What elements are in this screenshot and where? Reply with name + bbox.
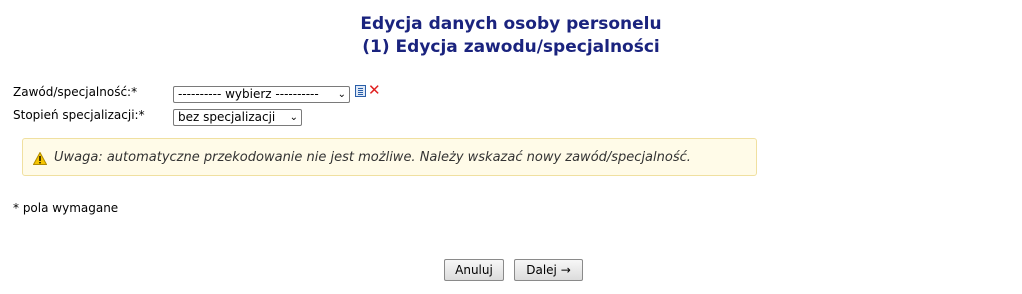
list-icon[interactable] xyxy=(355,85,366,97)
warning-icon xyxy=(33,152,47,165)
profession-label: Zawód/specjalność:* xyxy=(13,85,138,99)
page-subtitle: (1) Edycja zawodu/specjalności xyxy=(362,37,660,57)
cancel-button[interactable]: Anuluj xyxy=(444,259,504,281)
warning-notice: Uwaga: automatyczne przekodowanie nie je… xyxy=(22,138,757,176)
degree-select-value: bez specjalizacji xyxy=(178,110,276,124)
profession-select[interactable]: ---------- wybierz ---------- ⌄ xyxy=(173,86,350,103)
chevron-down-icon: ⌄ xyxy=(289,112,298,123)
next-button[interactable]: Dalej → xyxy=(514,259,583,281)
degree-label: Stopień specjalizacji:* xyxy=(13,108,145,122)
profession-select-value: ---------- wybierz ---------- xyxy=(178,87,319,101)
degree-select[interactable]: bez specjalizacji ⌄ xyxy=(173,109,302,126)
page-title: Edycja danych osoby personelu xyxy=(360,14,662,34)
clear-x-icon[interactable]: ✕ xyxy=(368,82,381,98)
chevron-down-icon: ⌄ xyxy=(337,89,346,100)
required-fields-note: * pola wymagane xyxy=(13,201,119,215)
notice-text: Uwaga: automatyczne przekodowanie nie je… xyxy=(54,150,691,165)
